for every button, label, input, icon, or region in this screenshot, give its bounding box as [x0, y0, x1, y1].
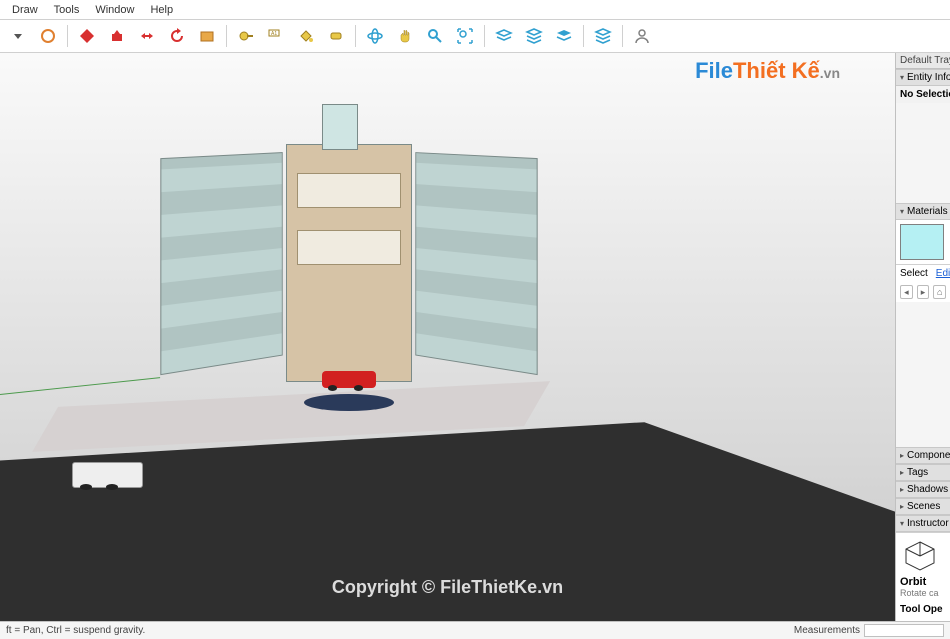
layers-3-icon[interactable]	[550, 22, 578, 50]
materials-body	[896, 220, 950, 264]
layers-4-icon[interactable]	[589, 22, 617, 50]
building-wing-right	[415, 152, 538, 375]
layers-1-icon[interactable]	[490, 22, 518, 50]
nav-back-icon[interactable]: ◂	[900, 285, 913, 299]
tool-operations-label: Tool Ope	[900, 604, 946, 615]
panel-materials[interactable]: Materials	[896, 203, 950, 220]
select-edit-row: Select Edit	[896, 264, 950, 282]
paint-bucket-icon[interactable]	[292, 22, 320, 50]
panel-instructor[interactable]: Instructor	[896, 515, 950, 532]
building-center	[286, 144, 411, 383]
status-bar: ft = Pan, Ctrl = suspend gravity. Measur…	[0, 621, 950, 639]
orbit-3d-icon[interactable]	[361, 22, 389, 50]
nav-icons: ◂ ▸ ⌂	[896, 282, 950, 302]
zoom-icon[interactable]	[421, 22, 449, 50]
layers-2-icon[interactable]	[520, 22, 548, 50]
shape-dropdown-icon[interactable]	[4, 22, 32, 50]
measurements-label: Measurements	[794, 625, 860, 636]
orbit-cube-icon	[900, 539, 940, 573]
pan-hand-icon[interactable]	[391, 22, 419, 50]
nav-home-icon[interactable]: ⌂	[933, 285, 946, 299]
tray-title: Default Tray	[896, 53, 950, 69]
panel-scenes[interactable]: Scenes	[896, 498, 950, 515]
diamond-red-icon[interactable]	[73, 22, 101, 50]
tape-measure-icon[interactable]	[232, 22, 260, 50]
roof-box	[322, 104, 358, 149]
car-red	[322, 371, 376, 388]
svg-text:A1: A1	[271, 31, 277, 37]
circle-draw-icon[interactable]	[34, 22, 62, 50]
axis-green	[0, 377, 160, 395]
viewport-3d[interactable]: FileThiết Kế.vn Copyright © FileThietKe.…	[0, 53, 895, 621]
text-label-icon[interactable]: A1	[262, 22, 290, 50]
ground-plane	[0, 422, 895, 621]
menu-tools[interactable]: Tools	[46, 2, 88, 18]
rotate-red-icon[interactable]	[163, 22, 191, 50]
measurements-input[interactable]	[864, 624, 944, 637]
toolbar: A1	[0, 20, 950, 53]
orbit-title: Orbit	[900, 576, 946, 588]
panel-shadows[interactable]: Shadows	[896, 481, 950, 498]
instructor-body: Orbit Rotate ca Tool Ope	[896, 532, 950, 621]
arrows-red-icon[interactable]	[133, 22, 161, 50]
default-tray: Default Tray Entity Info No Selection Ma…	[895, 53, 950, 621]
status-hint: ft = Pan, Ctrl = suspend gravity.	[6, 625, 145, 636]
fountain	[304, 394, 394, 411]
model-scene	[0, 53, 895, 621]
edit-link[interactable]: Edit	[936, 268, 950, 279]
eraser-icon[interactable]	[322, 22, 350, 50]
nav-fwd-icon[interactable]: ▸	[917, 285, 930, 299]
profile-icon[interactable]	[628, 22, 656, 50]
menu-bar: Draw Tools Window Help	[0, 0, 950, 20]
panel-tags[interactable]: Tags	[896, 464, 950, 481]
zoom-extents-icon[interactable]	[451, 22, 479, 50]
entity-no-selection: No Selection	[896, 86, 950, 103]
menu-draw[interactable]: Draw	[4, 2, 46, 18]
car-white	[72, 462, 144, 488]
box-orange-icon[interactable]	[193, 22, 221, 50]
select-label: Select	[900, 268, 928, 279]
menu-help[interactable]: Help	[142, 2, 181, 18]
orbit-subtitle: Rotate ca	[900, 588, 946, 598]
building-wing-left	[160, 152, 283, 375]
material-swatch[interactable]	[900, 224, 944, 260]
panel-entity-info[interactable]: Entity Info	[896, 69, 950, 86]
menu-window[interactable]: Window	[87, 2, 142, 18]
pushpull-red-icon[interactable]	[103, 22, 131, 50]
panel-components[interactable]: Componen	[896, 447, 950, 464]
